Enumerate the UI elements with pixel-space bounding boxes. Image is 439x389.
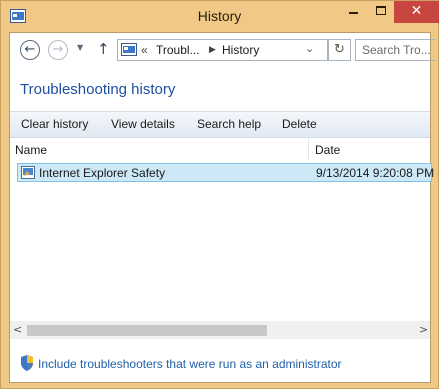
- admin-troubleshooters-link[interactable]: Include troubleshooters that were run as…: [38, 357, 342, 371]
- navigation-bar: ← → ▼ ↑ « Troubl... ▶ History ⌄ ↻ Search…: [10, 33, 435, 67]
- footer: Include troubleshooters that were run as…: [10, 339, 430, 382]
- scroll-right-icon[interactable]: >: [419, 323, 428, 336]
- title-bar[interactable]: History ✕: [1, 1, 439, 32]
- close-icon: ✕: [410, 3, 423, 19]
- history-window: History ✕ ← → ▼ ↑ « Troubl... ▶ History …: [0, 0, 439, 389]
- breadcrumb-separator-icon[interactable]: ▶: [209, 44, 216, 55]
- column-header-date[interactable]: Date: [315, 143, 340, 157]
- chevron-down-icon[interactable]: ⌄: [305, 42, 314, 55]
- horizontal-scrollbar[interactable]: < >: [10, 321, 430, 339]
- breadcrumb-troubleshooting[interactable]: Troubl...: [156, 43, 200, 57]
- table-row[interactable]: Internet Explorer Safety 9/13/2014 9:20:…: [17, 163, 435, 182]
- up-arrow-icon[interactable]: ↑: [97, 40, 110, 58]
- delete-button[interactable]: Delete: [282, 117, 317, 131]
- refresh-icon[interactable]: ↻: [328, 39, 351, 61]
- control-panel-icon: [121, 43, 137, 56]
- recent-locations-dropdown-icon[interactable]: ▼: [77, 43, 83, 52]
- breadcrumb-history[interactable]: History: [222, 43, 259, 57]
- search-input[interactable]: Search Tro...: [355, 39, 435, 61]
- page-title: Troubleshooting history: [20, 81, 176, 98]
- maximize-button[interactable]: [368, 1, 395, 23]
- clear-history-button[interactable]: Clear history: [21, 117, 88, 131]
- forward-arrow-icon[interactable]: →: [48, 40, 68, 60]
- close-button[interactable]: ✕: [394, 1, 439, 23]
- row-date: 9/13/2014 9:20:08 PM: [316, 166, 435, 180]
- column-headers: Name Date: [10, 139, 430, 159]
- scrollbar-thumb[interactable]: [27, 325, 267, 336]
- address-bar[interactable]: « Troubl... ▶ History ⌄: [117, 39, 328, 61]
- breadcrumb-overflow[interactable]: «: [141, 43, 148, 57]
- back-arrow-icon[interactable]: ←: [20, 40, 40, 60]
- row-name: Internet Explorer Safety: [39, 166, 166, 180]
- view-details-button[interactable]: View details: [111, 117, 175, 131]
- search-help-button[interactable]: Search help: [197, 117, 261, 131]
- client-area: ← → ▼ ↑ « Troubl... ▶ History ⌄ ↻ Search…: [9, 32, 435, 383]
- minimize-button[interactable]: [340, 1, 368, 23]
- scroll-left-icon[interactable]: <: [13, 323, 22, 336]
- command-bar: Clear history View details Search help D…: [10, 111, 430, 138]
- uac-shield-icon: [21, 355, 33, 371]
- column-header-name[interactable]: Name: [15, 143, 47, 157]
- troubleshooter-icon: [21, 166, 35, 179]
- column-divider[interactable]: [308, 139, 309, 159]
